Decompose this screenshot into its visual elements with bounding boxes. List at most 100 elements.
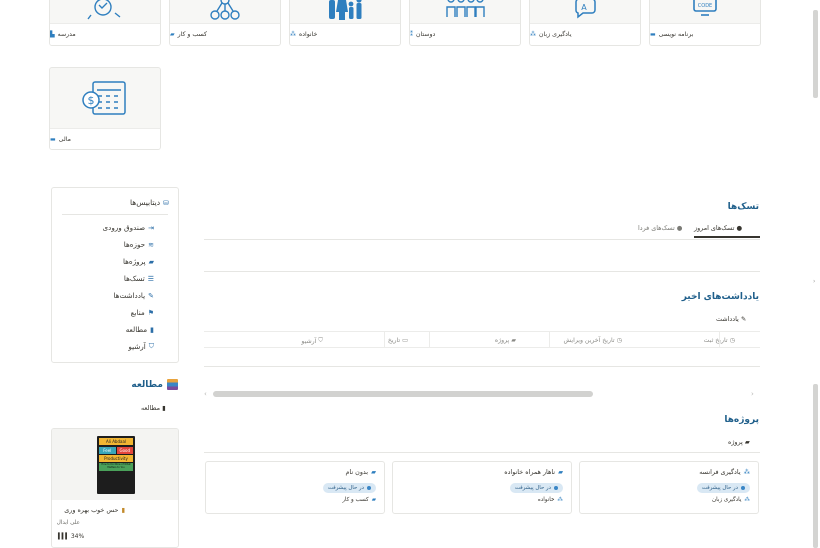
briefcase-icon: ▰ [744, 438, 750, 446]
book-small-icon: ▮ [121, 506, 125, 514]
sidebar-item-label: آرشیو [128, 342, 146, 351]
project-category-text: یادگیری زبان [711, 497, 742, 503]
tabs-divider [204, 239, 760, 240]
column-label: پروژه [494, 337, 510, 344]
notes-view-label: یادداشت [716, 315, 739, 323]
project-title: ⁂ یادگیری فرانسه [699, 468, 750, 476]
svg-text:CODE: CODE [698, 3, 712, 9]
tabs-divider [204, 452, 760, 453]
category-card-family[interactable]: خانواده ⁂ [289, 0, 401, 46]
category-label: خانواده [299, 31, 318, 38]
category-card-school[interactable]: مدرسه ▙ [49, 0, 161, 46]
svg-text:A: A [581, 3, 587, 12]
cover-word-productivity: Productivity [99, 455, 133, 462]
status-dot [367, 486, 371, 490]
tasks-title: تسک‌ها [727, 202, 759, 212]
book-title: ▮ حس خوب بهره وری [64, 506, 125, 514]
book-icon: ▮ [162, 404, 166, 412]
section-divider [204, 366, 760, 367]
column-header[interactable]: ◷ تاریخ آخرین ویرایش [564, 337, 623, 344]
column-divider [429, 332, 430, 347]
briefcase-icon: ▰ [170, 31, 175, 38]
friends-icon [410, 0, 520, 23]
sidebar-item-archive[interactable]: ⛉ آرشیو [128, 342, 154, 351]
language-chat-icon: A [530, 0, 640, 23]
status-badge: در حال پیشرفت [509, 483, 563, 493]
book-icon: ▮ [150, 325, 154, 334]
sidebar-item-inbox[interactable]: ⇥ صندوق ورودی [103, 223, 155, 232]
active-tab-underline [694, 236, 760, 238]
note-icon: ✎ [148, 291, 154, 300]
scroll-right-arrow[interactable]: › [751, 390, 754, 398]
project-title-text: یادگیری فرانسه [699, 468, 741, 476]
project-category-text: کسب و کار [342, 497, 369, 503]
sidebar-item-label: یادداشت‌ها [113, 291, 146, 300]
project-card[interactable]: ⁂ یادگیری فرانسه در حال پیشرفت ⁂ یادگیری ز… [579, 461, 759, 514]
project-title: ▰ بدون نام [345, 468, 376, 476]
category-card-friends[interactable]: دوستان ⁑ [409, 0, 521, 46]
column-header[interactable]: ▭ تاریخ [388, 337, 408, 344]
status-text: در حال پیشرفت [514, 485, 551, 491]
projects-view-tab[interactable]: ▰ پروژه [728, 438, 750, 446]
tasks-icon: ☰ [147, 274, 154, 283]
status-badge: در حال پیشرفت [322, 483, 376, 493]
project-card[interactable]: ▰ ناهار همراه خانواده در حال پیشرفت ⁂ خانو… [392, 461, 572, 514]
book-card[interactable]: Ali Abdaal Feel Good Productivity How to … [51, 428, 179, 548]
column-header[interactable]: ▰ پروژه [495, 337, 516, 344]
status-dot [741, 486, 745, 490]
project-title-text: ناهار همراه خانواده [504, 468, 556, 476]
notes-view-tab[interactable]: ✎ یادداشت [716, 315, 746, 323]
sidebar-item-projects[interactable]: ▰ پروژه‌ها [123, 257, 154, 266]
cover-word-good: Good [116, 447, 133, 454]
calendar-icon: ▭ [402, 337, 408, 344]
category-card-finance[interactable]: $ مالی ▬ [49, 67, 161, 150]
project-category: ⁂ یادگیری زبان [712, 497, 750, 503]
project-title: ▰ ناهار همراه خانواده [504, 468, 563, 476]
book-cover: Ali Abdaal Feel Good Productivity How to … [52, 429, 178, 500]
sidebar-item-notes[interactable]: ✎ یادداشت‌ها [113, 291, 154, 300]
tab-tomorrow-tasks[interactable]: ● تسک‌های فردا [638, 224, 682, 232]
category-label: دوستان [416, 31, 436, 38]
vertical-scrollbar-top[interactable] [813, 10, 818, 98]
cover-art: Ali Abdaal Feel Good Productivity How to … [97, 436, 135, 494]
cover-subtitle: How to Do More of What Matters to You [99, 463, 133, 471]
status-text: در حال پیشرفت [701, 485, 738, 491]
scroll-arrow[interactable]: › [813, 278, 815, 285]
reading-view-tab[interactable]: ▮ مطالعه [141, 404, 166, 412]
category-card-programming[interactable]: CODE برنامه نویسی ▬ [649, 0, 761, 46]
sidebar-item-reading[interactable]: ▮ مطالعه [126, 325, 154, 334]
project-category: ▰ کسب و کار [342, 497, 376, 503]
cover-word-feel: Feel [99, 447, 116, 454]
category-card-language[interactable]: A یادگیری زبان ⁂ [529, 0, 641, 46]
divider [62, 214, 168, 215]
school-small-icon: ▙ [50, 31, 55, 38]
briefcase-icon: ▰ [148, 257, 154, 266]
project-icon: ▰ [371, 468, 376, 476]
sidebar-item-areas[interactable]: ≋ حوزه‌ها [124, 240, 154, 249]
section-divider [204, 271, 760, 272]
project-card[interactable]: ▰ بدون نام در حال پیشرفت ▰ کسب و کار [205, 461, 385, 514]
inbox-icon: ⇥ [148, 223, 154, 232]
sidebar-item-label: مطالعه [125, 325, 148, 334]
translate-icon: ⁂ [530, 31, 536, 38]
horizontal-scrollbar[interactable] [213, 391, 593, 397]
clock-icon: ◷ [616, 337, 622, 344]
tab-today-tasks[interactable]: ● تسک‌های امروز [694, 224, 742, 232]
scroll-left-arrow[interactable]: ‹ [204, 390, 207, 398]
sidebar-item-resources[interactable]: ⚑ منابع [131, 308, 154, 317]
archive-icon: ⛉ [148, 342, 154, 350]
sidebar-item-tasks[interactable]: ☰ تسک‌ها [124, 274, 154, 283]
family-icon [290, 0, 400, 23]
category-icon: ⁂ [744, 497, 750, 503]
code-monitor-icon: CODE [650, 0, 760, 23]
category-icon: ▰ [371, 497, 376, 503]
progress-bars-icon: ▍▍▍ [58, 533, 70, 540]
category-card-business[interactable]: کسب و کار ▰ [169, 0, 281, 46]
category-label: مالی [58, 136, 71, 143]
tab-label: تسک‌های فردا [638, 224, 675, 232]
status-text: در حال پیشرفت [327, 485, 364, 491]
group-icon: ⁑ [410, 31, 413, 38]
vertical-scrollbar-bottom[interactable] [813, 384, 818, 548]
column-divider [719, 332, 720, 347]
column-header[interactable]: ⛉ آرشیو [301, 337, 323, 345]
